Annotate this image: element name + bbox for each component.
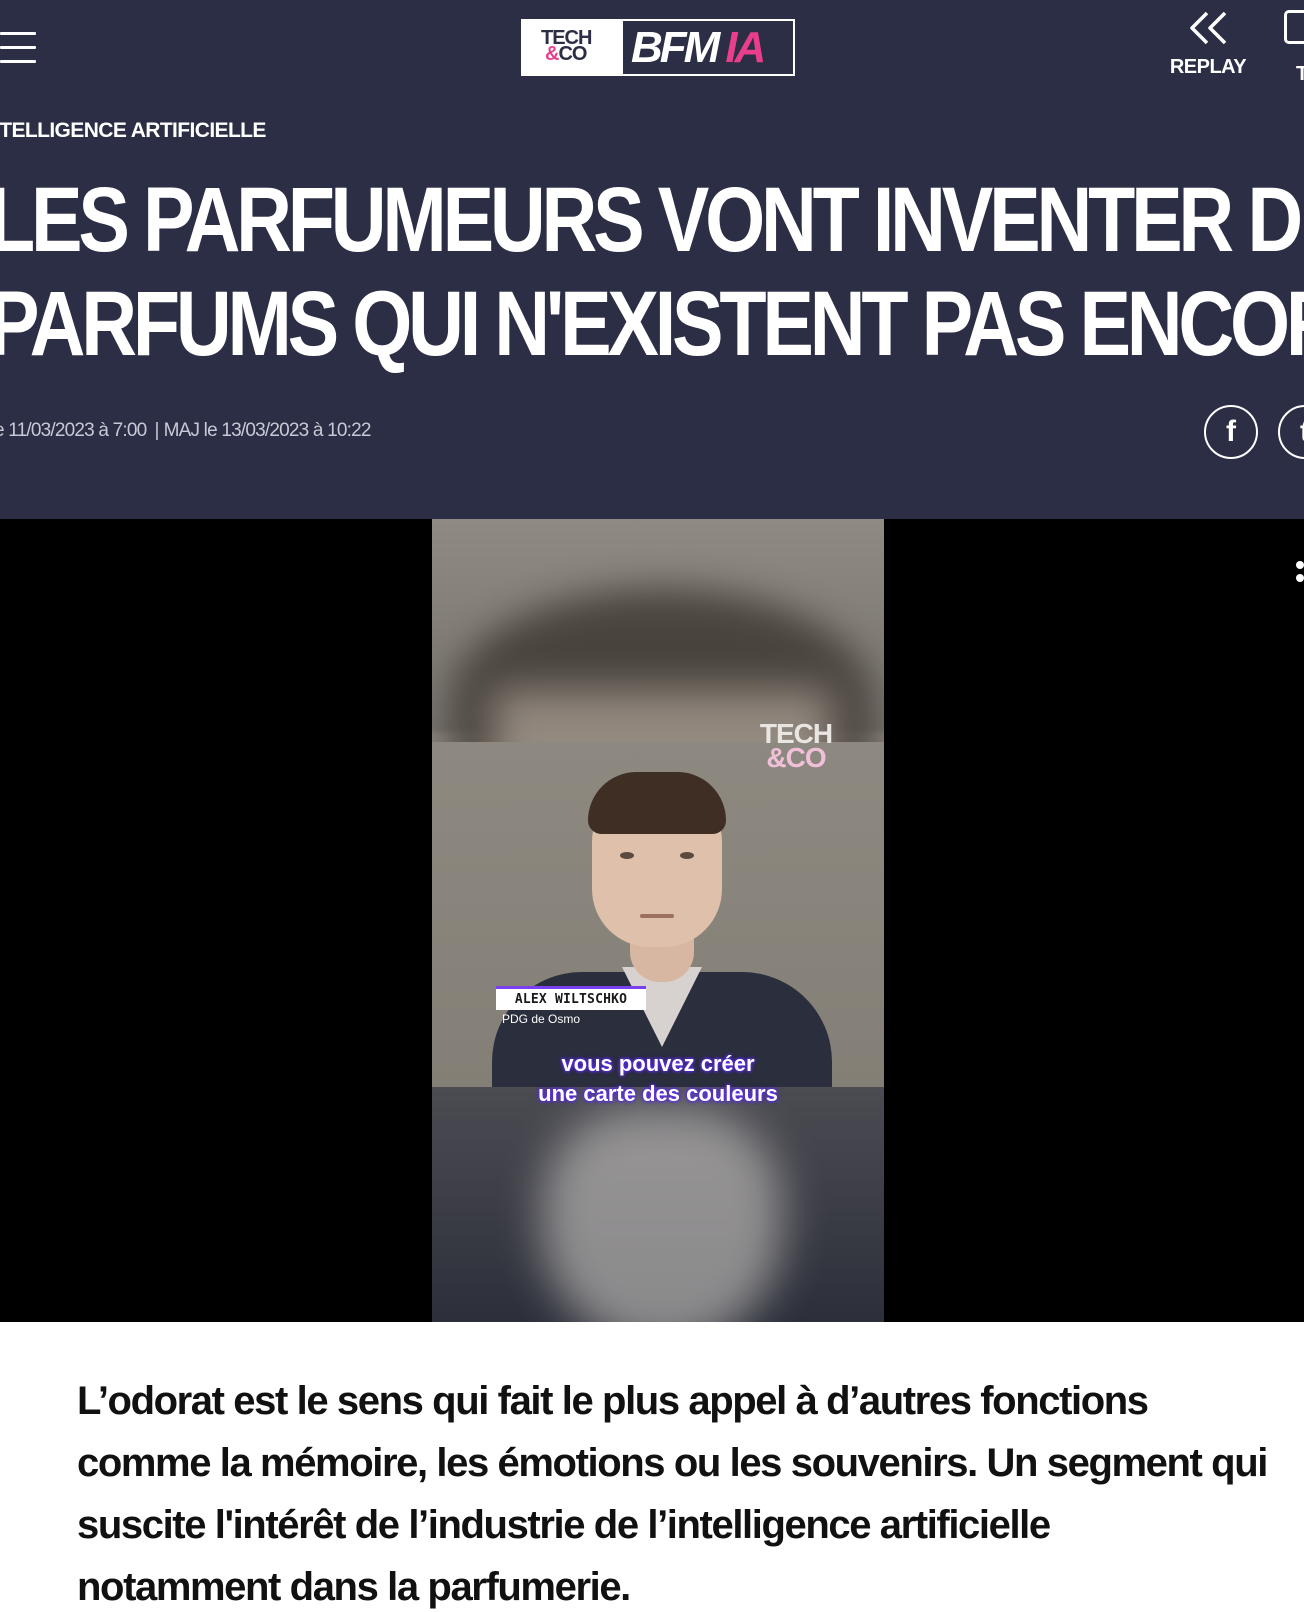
article-lead: L’odorat est le sens qui fait le plus ap… <box>77 1370 1268 1612</box>
subtitle-line: une carte des couleurs <box>538 1081 778 1106</box>
twitter-share-button[interactable]: t <box>1278 405 1304 459</box>
site-logo[interactable]: TECH &CO BFM IA <box>521 19 795 76</box>
video-frame: TECH &CO ALEX WILTSCHKO PDG de Osmo vous… <box>432 519 884 1322</box>
updated-date: MAJ le 13/03/2023 à 10:22 <box>163 420 372 441</box>
rewind-icon <box>1190 11 1227 45</box>
tech-co-logo: TECH &CO <box>523 21 623 74</box>
date-separator: | <box>154 420 159 441</box>
tech-co-watermark: TECH &CO <box>759 718 833 773</box>
lead-line: notamment dans la parfumerie. <box>77 1565 631 1609</box>
video-subtitles: vous pouvez créer une carte des couleurs <box>472 1049 844 1109</box>
category-link[interactable]: ITELLIGENCE ARTIFICIELLE <box>0 119 266 143</box>
video-inner-shot <box>432 742 884 1087</box>
title-line: LES PARFUMEURS VONT INVENTER DES <box>0 169 1304 271</box>
subtitle-line: vous pouvez créer <box>561 1051 755 1076</box>
speaker-name-tag: ALEX WILTSCHKO <box>496 986 646 1010</box>
lead-line: L’odorat est le sens qui fait le plus ap… <box>77 1379 1149 1423</box>
video-side-control-icon[interactable] <box>1296 561 1304 587</box>
tv-button[interactable]: T <box>1282 10 1304 90</box>
replay-button[interactable]: REPLAY <box>1168 10 1248 90</box>
article-dates: e 11/03/2023 à 7:00 | MAJ le 13/03/2023 à … <box>0 420 372 442</box>
video-player[interactable]: TECH &CO ALEX WILTSCHKO PDG de Osmo vous… <box>0 519 1304 1322</box>
site-header: TECH &CO BFM IA REPLAY T ITELLIGENCE ARTI… <box>0 0 1304 519</box>
article-title: LES PARFUMEURS VONT INVENTER DES PARFUMS… <box>0 168 1304 376</box>
hamburger-menu-icon[interactable] <box>0 32 36 64</box>
lead-line: suscite l'intérêt de l’industrie de l’in… <box>77 1503 1051 1547</box>
tv-label: T <box>1296 63 1304 85</box>
title-line: PARFUMS QUI N'EXISTENT PAS ENCORE <box>0 273 1304 375</box>
twitter-icon: t <box>1300 415 1304 449</box>
tv-icon <box>1284 10 1304 44</box>
facebook-icon: f <box>1226 415 1236 448</box>
speaker-role: PDG de Osmo <box>502 1012 581 1026</box>
bfm-ia-logo: BFM IA <box>623 21 793 74</box>
replay-label: REPLAY <box>1169 56 1247 78</box>
facebook-share-button[interactable]: f <box>1204 405 1258 459</box>
published-date: e 11/03/2023 à 7:00 <box>0 420 147 441</box>
lead-line: comme la mémoire, les émotions ou les so… <box>77 1441 1268 1485</box>
